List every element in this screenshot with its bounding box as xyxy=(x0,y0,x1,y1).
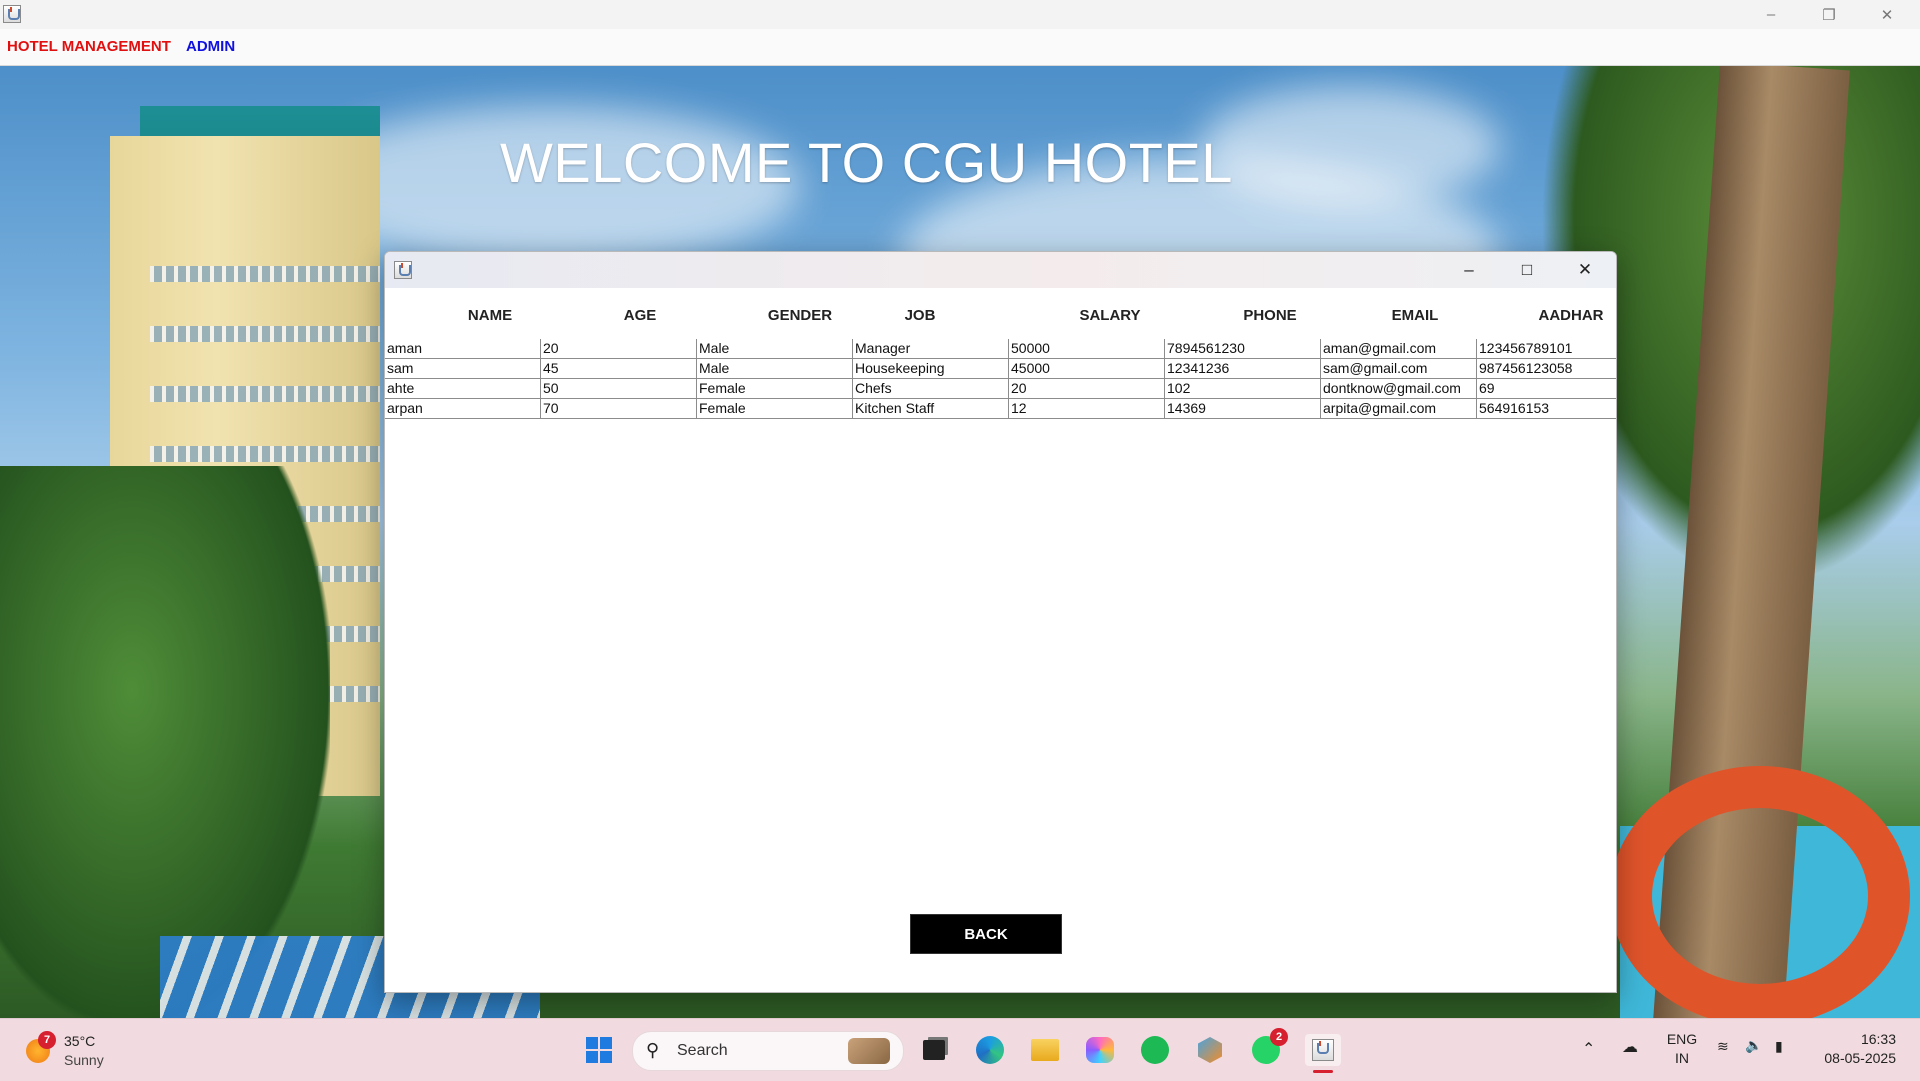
column-header-job: JOB xyxy=(904,307,936,324)
cell-email[interactable]: dontknow@gmail.com xyxy=(1321,379,1477,399)
weather-alert-badge: 7 xyxy=(38,1031,56,1049)
menu-bar: HOTEL MANAGEMENT ADMIN xyxy=(0,29,1920,66)
virtualbox-icon[interactable] xyxy=(1194,1034,1226,1066)
employee-table[interactable]: aman 20 Male Manager 50000 7894561230 am… xyxy=(385,339,1616,419)
clock-date[interactable]: 08-05-2025 xyxy=(1800,1050,1896,1066)
cell-gender[interactable]: Female xyxy=(697,399,853,419)
cell-salary[interactable]: 45000 xyxy=(1009,359,1165,379)
close-icon[interactable]: ✕ xyxy=(1557,252,1613,288)
cell-phone[interactable]: 102 xyxy=(1165,379,1321,399)
onedrive-icon[interactable]: ☁ xyxy=(1622,1037,1638,1057)
restore-icon[interactable]: ❐ xyxy=(1806,0,1852,29)
cell-name[interactable]: aman xyxy=(385,339,541,359)
cell-age[interactable]: 45 xyxy=(541,359,697,379)
menu-hotel-management[interactable]: HOTEL MANAGEMENT xyxy=(7,38,171,55)
menu-admin[interactable]: ADMIN xyxy=(186,38,235,55)
java-app-icon xyxy=(394,261,412,279)
copilot-icon[interactable] xyxy=(1084,1034,1116,1066)
cell-aadhar[interactable]: 69 xyxy=(1477,379,1616,399)
cell-name[interactable]: sam xyxy=(385,359,541,379)
cell-age[interactable]: 70 xyxy=(541,399,697,419)
cell-salary[interactable]: 12 xyxy=(1009,399,1165,419)
cell-email[interactable]: aman@gmail.com xyxy=(1321,339,1477,359)
cell-age[interactable]: 50 xyxy=(541,379,697,399)
cell-aadhar[interactable]: 564916153 xyxy=(1477,399,1616,419)
wifi-icon[interactable]: ≋ xyxy=(1717,1038,1729,1055)
cell-job[interactable]: Manager xyxy=(853,339,1009,359)
volume-icon[interactable]: 🔈 xyxy=(1745,1037,1762,1054)
cell-job[interactable]: Kitchen Staff xyxy=(853,399,1009,419)
minimize-icon[interactable]: – xyxy=(1748,0,1794,29)
language-line1[interactable]: ENG xyxy=(1664,1031,1700,1047)
cell-job[interactable]: Housekeeping xyxy=(853,359,1009,379)
close-icon[interactable]: ✕ xyxy=(1864,0,1910,29)
cell-phone[interactable]: 7894561230 xyxy=(1165,339,1321,359)
main-window-titlebar: – ❐ ✕ xyxy=(0,0,1920,29)
maximize-icon[interactable]: □ xyxy=(1499,252,1555,288)
cell-salary[interactable]: 20 xyxy=(1009,379,1165,399)
search-placeholder: Search xyxy=(677,1042,728,1059)
column-header-name: NAME xyxy=(467,307,513,324)
cell-job[interactable]: Chefs xyxy=(853,379,1009,399)
search-highlight-icon xyxy=(848,1038,890,1064)
clock-time[interactable]: 16:33 xyxy=(1800,1031,1896,1047)
cell-gender[interactable]: Male xyxy=(697,359,853,379)
cell-gender[interactable]: Male xyxy=(697,339,853,359)
table-row[interactable]: aman 20 Male Manager 50000 7894561230 am… xyxy=(385,339,1616,359)
column-header-age: AGE xyxy=(623,307,657,324)
task-view-icon[interactable] xyxy=(918,1034,950,1066)
edge-browser-icon[interactable] xyxy=(974,1034,1006,1066)
battery-icon[interactable]: ▮ xyxy=(1775,1038,1783,1055)
taskbar-search[interactable]: ⚲ Search xyxy=(632,1031,904,1071)
whatsapp-icon[interactable]: 2 xyxy=(1250,1028,1288,1066)
column-header-salary: SALARY xyxy=(1079,307,1141,324)
cell-email[interactable]: arpita@gmail.com xyxy=(1321,399,1477,419)
dialog-titlebar: – □ ✕ xyxy=(385,252,1616,288)
cell-aadhar[interactable]: 987456123058 xyxy=(1477,359,1616,379)
table-row[interactable]: ahte 50 Female Chefs 20 102 dontknow@gma… xyxy=(385,379,1616,399)
cell-name[interactable]: arpan xyxy=(385,399,541,419)
spotify-icon[interactable] xyxy=(1139,1034,1171,1066)
cell-age[interactable]: 20 xyxy=(541,339,697,359)
cell-salary[interactable]: 50000 xyxy=(1009,339,1165,359)
cell-email[interactable]: sam@gmail.com xyxy=(1321,359,1477,379)
column-header-aadhar: AADHAR xyxy=(1538,307,1604,324)
java-app-icon xyxy=(3,5,21,23)
back-button[interactable]: BACK xyxy=(910,914,1062,954)
language-line2[interactable]: IN xyxy=(1664,1050,1700,1066)
column-header-phone: PHONE xyxy=(1243,307,1297,324)
cell-name[interactable]: ahte xyxy=(385,379,541,399)
search-icon: ⚲ xyxy=(646,1040,660,1060)
cell-phone[interactable]: 12341236 xyxy=(1165,359,1321,379)
table-row[interactable]: arpan 70 Female Kitchen Staff 12 14369 a… xyxy=(385,399,1616,419)
table-row[interactable]: sam 45 Male Housekeeping 45000 12341236 … xyxy=(385,359,1616,379)
whatsapp-badge: 2 xyxy=(1270,1028,1288,1046)
file-explorer-icon[interactable] xyxy=(1029,1034,1061,1066)
taskbar: 7 35°C Sunny ⚲ Search 2 ⌃ ☁ ENG IN ≋ 🔈 ▮… xyxy=(0,1018,1920,1081)
cell-phone[interactable]: 14369 xyxy=(1165,399,1321,419)
weather-widget[interactable]: 7 35°C Sunny xyxy=(24,1031,124,1071)
weather-condition: Sunny xyxy=(64,1052,104,1068)
java-running-icon[interactable] xyxy=(1305,1034,1341,1073)
column-header-email: EMAIL xyxy=(1391,307,1439,324)
cell-gender[interactable]: Female xyxy=(697,379,853,399)
minimize-icon[interactable]: – xyxy=(1441,252,1497,288)
windows-start-icon[interactable] xyxy=(583,1034,615,1066)
welcome-heading: WELCOME TO CGU HOTEL xyxy=(500,131,1233,194)
cell-aadhar[interactable]: 123456789101 xyxy=(1477,339,1616,359)
column-header-gender: GENDER xyxy=(767,307,833,324)
weather-temp: 35°C xyxy=(64,1033,96,1049)
employee-info-dialog: – □ ✕ NAME AGE GENDER JOB SALARY PHONE E… xyxy=(384,251,1617,993)
show-hidden-icons-icon[interactable]: ⌃ xyxy=(1582,1039,1595,1059)
